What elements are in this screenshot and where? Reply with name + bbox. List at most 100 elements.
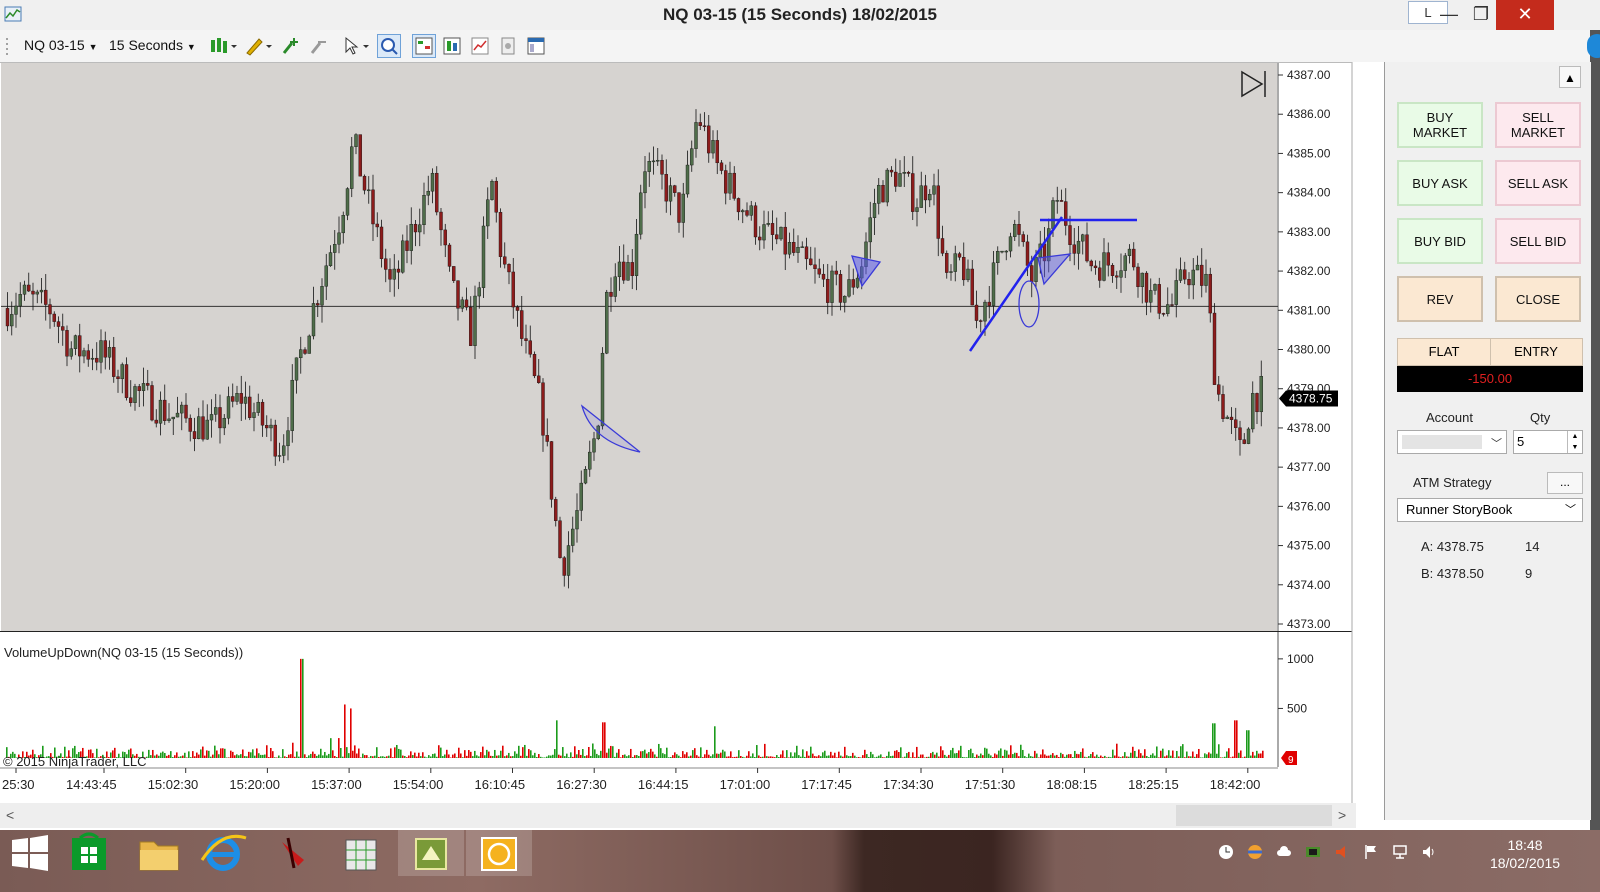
zoom-icon[interactable] (377, 34, 401, 58)
volume-bar (912, 752, 914, 758)
volume-bar (352, 750, 354, 758)
volume-bar (1154, 755, 1156, 758)
candle-body (571, 528, 575, 546)
volume-bar (434, 753, 436, 758)
ninjatrader-icon[interactable] (260, 830, 326, 876)
volume-bar (600, 750, 602, 758)
time-tick-label: 14:43:45 (66, 777, 117, 792)
network-globe-icon[interactable] (1247, 844, 1263, 860)
spinner-arrows-icon[interactable]: ▲ ▼ (1567, 431, 1582, 453)
candle-body (1064, 201, 1068, 226)
volume-bar (466, 755, 468, 758)
account-select[interactable]: ﹀ (1397, 430, 1507, 454)
instrument-selector[interactable]: NQ 03-15 ▼ (24, 37, 98, 53)
clock-tray-icon[interactable] (1218, 844, 1234, 860)
spreadsheet-app-icon[interactable] (328, 830, 394, 876)
cloud-icon[interactable] (1276, 844, 1292, 860)
scroll-right-icon[interactable]: > (1338, 807, 1346, 823)
volume-bar (702, 757, 704, 758)
volume-bar (1070, 754, 1072, 758)
scrollbar-thumb[interactable] (1176, 805, 1332, 826)
volume-bar (710, 756, 712, 758)
side-tab-icon[interactable] (1587, 34, 1600, 58)
candle-body (826, 278, 830, 303)
volume-bar (464, 750, 466, 758)
buy-ask-button[interactable]: BUY ASK (1397, 160, 1483, 206)
volume-bar (820, 756, 822, 758)
volume-bar (724, 751, 726, 758)
candle-body (473, 295, 477, 346)
graphics-tray-icon[interactable] (1305, 844, 1321, 860)
sell-bid-button[interactable]: SELL BID (1495, 218, 1581, 264)
data-box-icon[interactable] (441, 35, 463, 57)
volume-bar (928, 756, 930, 758)
internet-explorer-icon[interactable] (190, 830, 256, 876)
volume-bar (900, 747, 902, 758)
store-icon[interactable] (56, 830, 122, 876)
candle-body (5, 308, 10, 327)
remove-indicator-icon[interactable] (308, 35, 330, 57)
volume-bar (226, 757, 228, 758)
close-button[interactable]: ✕ (1496, 0, 1554, 30)
chart-properties-icon[interactable] (469, 35, 491, 57)
candle-body (554, 499, 558, 521)
scroll-to-end-icon[interactable] (1236, 68, 1270, 98)
chart-style-icon[interactable] (208, 35, 238, 57)
volume-bar (708, 754, 710, 758)
pencil-draw-icon[interactable] (244, 35, 274, 57)
sell-ask-button[interactable]: SELL ASK (1495, 160, 1581, 206)
cursor-icon[interactable] (342, 35, 372, 57)
price-chart[interactable]: 4387.00 4386.00 4385.00 4384.00 4383.00 4382.… (0, 62, 1384, 852)
volume-bar (454, 753, 456, 758)
file-explorer-icon[interactable] (126, 830, 192, 876)
volume-icon[interactable] (1421, 844, 1437, 860)
add-indicator-icon[interactable] (280, 35, 302, 57)
chart-app-icon[interactable] (466, 830, 532, 876)
candle-body (1259, 376, 1263, 413)
candle-body (1161, 313, 1166, 315)
scroll-left-icon[interactable]: < (6, 807, 14, 823)
volume-bar (752, 753, 754, 758)
flag-icon[interactable] (1363, 844, 1379, 860)
snapshot-icon[interactable] (497, 35, 519, 57)
quantity-stepper[interactable]: 5 ▲ ▼ (1513, 430, 1583, 454)
current-volume-label: 9 (1288, 755, 1294, 766)
volume-bar (1228, 748, 1230, 758)
candle-body (333, 244, 337, 253)
candle-body (35, 291, 39, 295)
volume-bar (556, 720, 558, 758)
sell-market-button[interactable]: SELL MARKET (1495, 102, 1581, 148)
volume-bar (426, 757, 428, 758)
price-tick-label: 4373.00 (1287, 617, 1331, 631)
chart-trader-icon[interactable] (412, 34, 436, 58)
volume-bar (1168, 750, 1170, 758)
templates-icon[interactable] (525, 35, 547, 57)
trading-platform-icon[interactable] (398, 830, 464, 876)
taskbar-clock[interactable]: 18:48 18/02/2015 (1470, 836, 1580, 872)
candle-body (175, 412, 180, 418)
volume-bar (332, 750, 334, 758)
buy-bid-button[interactable]: BUY BID (1397, 218, 1483, 264)
candle-body (214, 407, 218, 415)
candle-body (753, 205, 758, 238)
volume-bar (768, 756, 770, 758)
network-icon[interactable] (1392, 844, 1408, 860)
horizontal-scrollbar[interactable]: < > (0, 803, 1356, 828)
candle-body (209, 414, 214, 421)
atm-strategy-more-button[interactable]: ... (1547, 472, 1583, 494)
speaker-app-icon[interactable] (1334, 844, 1350, 860)
interval-selector[interactable]: 15 Seconds ▼ (109, 37, 196, 53)
atm-strategy-select[interactable]: Runner StoryBook ﹀ (1397, 498, 1583, 522)
close-position-button[interactable]: CLOSE (1495, 276, 1581, 322)
volume-bar (526, 755, 528, 758)
panel-scroll-up-button[interactable]: ▲ (1559, 66, 1581, 88)
volume-bar (606, 752, 608, 758)
reverse-button[interactable]: REV (1397, 276, 1483, 322)
volume-bar (636, 754, 638, 758)
volume-bar (346, 747, 348, 758)
candle-body (154, 419, 158, 424)
candle-body (745, 210, 749, 216)
volume-bar (650, 748, 652, 758)
volume-bar (244, 756, 246, 758)
buy-market-button[interactable]: BUY MARKET (1397, 102, 1483, 148)
